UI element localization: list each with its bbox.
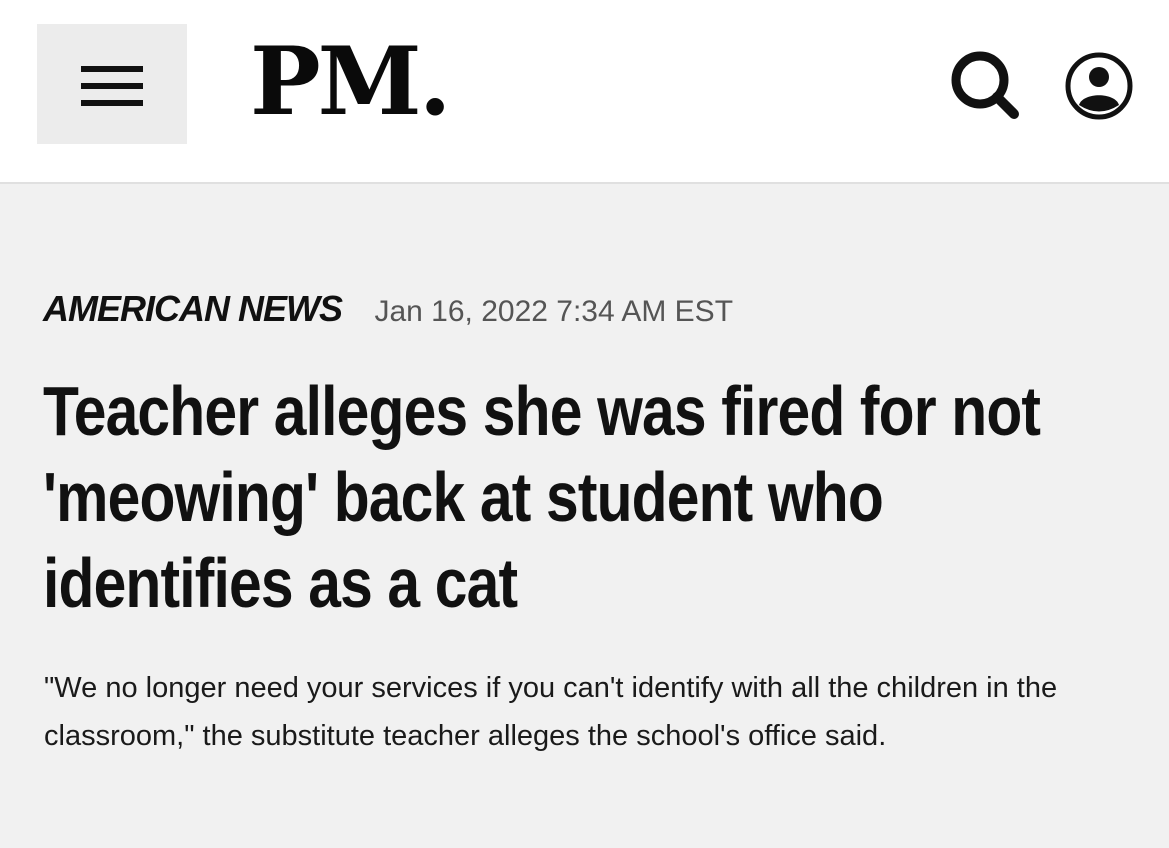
publish-date: Jan 16, 2022 7:34 AM EST	[374, 295, 734, 328]
article-meta: AMERICAN NEWS Jan 16, 2022 7:34 AM EST	[43, 288, 733, 336]
site-header: PM.	[0, 0, 1169, 184]
menu-button[interactable]	[37, 24, 187, 144]
user-account-icon	[1065, 52, 1133, 120]
search-icon	[951, 51, 1019, 119]
hamburger-menu-icon	[81, 66, 143, 106]
article-subhead: "We no longer need your services if you …	[44, 672, 1058, 752]
search-button[interactable]	[946, 50, 1022, 120]
account-button[interactable]	[1061, 48, 1137, 124]
article-headline: Teacher alleges she was fired for not 'm…	[43, 372, 1041, 622]
category-link[interactable]: AMERICAN NEWS	[43, 288, 343, 330]
site-logo[interactable]: PM.	[250, 22, 451, 142]
